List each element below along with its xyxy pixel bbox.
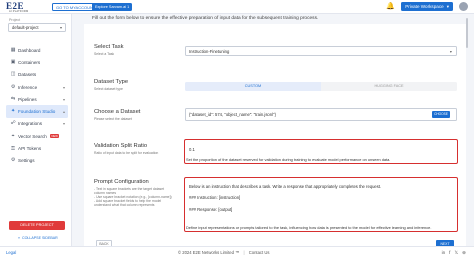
prompt-line[interactable]: ### Response: [output] [189, 207, 232, 212]
sidebar-item-integrations[interactable]: ☍ Integrations ▾ [6, 118, 68, 130]
prompt-sub: - Text in square brackets are the target… [94, 187, 172, 207]
sidebar-item-inference[interactable]: ⚙ Inference ▾ [6, 81, 68, 93]
chevron-up-icon: ▴ [62, 109, 65, 115]
dataset-value: {"dataset_id": 574, "object_name": "trai… [189, 112, 276, 117]
vector-icon: ⌖ [11, 134, 15, 140]
studio-icon: ✦ [10, 109, 16, 115]
split-ratio-label: Validation Split Ratio [94, 143, 148, 149]
sidebar-item-api-tokens[interactable]: ⚿ API Tokens [6, 142, 68, 154]
chevron-down-icon: ▾ [449, 49, 452, 54]
task-value: Instruction-Finetuning [189, 49, 230, 54]
sidebar-item-dashboard[interactable]: ▦ Dashboard [6, 44, 68, 56]
key-icon: ⚿ [11, 146, 15, 152]
facebook-icon[interactable]: f [449, 250, 450, 256]
collapse-sidebar-button[interactable]: « COLLAPSE SIDEBAR [18, 236, 58, 240]
sidebar-item-label: Inference [18, 84, 38, 90]
task-label: Select Task [94, 44, 124, 50]
project-select[interactable]: default-project ▾ [8, 23, 66, 32]
sidebar-item-label: Pipelines [18, 96, 37, 102]
dataset-field: {"dataset_id": 574, "object_name": "trai… [185, 108, 457, 121]
chevron-down-icon: ▾ [62, 121, 65, 127]
top-bar: E2E AI PLATFORM GO TO MYACCOUNT Explore … [0, 0, 474, 14]
task-sub: Select a Task [94, 52, 115, 56]
sidebar-item-label: Dashboard [18, 47, 41, 53]
separator: | [243, 250, 245, 255]
sidebar-item-label: Datasets [18, 72, 37, 78]
database-icon: ◫ [10, 72, 16, 78]
explore-button[interactable]: Explore Sarvam.ai 1 [92, 3, 133, 11]
chevron-down-icon: ▾ [62, 96, 65, 102]
dataset-type-label: Dataset Type [94, 79, 129, 85]
sidebar-item-label: Integrations [18, 121, 43, 127]
prompt-field[interactable]: Below is an instruction that describes a… [184, 177, 458, 232]
split-ratio-value[interactable]: 0.1 [189, 147, 195, 152]
sidebar-item-pipelines[interactable]: ⇆ Pipelines ▾ [6, 93, 68, 105]
chevron-down-icon: ▾ [59, 25, 62, 30]
sidebar-nav: ▦ Dashboard ▣ Containers ◫ Datasets ⚙ In… [6, 44, 68, 167]
sidebar-item-label: Foundation Studio [18, 109, 56, 115]
prompt-help: Define input representations or prompts … [186, 225, 432, 230]
choose-dataset-button[interactable]: CHOOSE [432, 111, 450, 118]
sidebar-item-label: Containers [18, 59, 41, 65]
sidebar-item-foundation-studio[interactable]: ✦ Foundation Studio ▴ [6, 105, 68, 118]
project-label: Project [9, 18, 21, 22]
prompt-line[interactable]: Below is an instruction that describes a… [189, 184, 381, 189]
split-ratio-field[interactable]: 0.1 Set the proportion of the dataset re… [184, 139, 458, 164]
plug-icon: ☍ [10, 121, 16, 127]
workspace-label: Private Workspace [405, 4, 444, 9]
sidebar-item-vector-search[interactable]: ⌖ Vector Search NEW [6, 130, 68, 142]
sidebar-item-label: Settings [18, 158, 35, 164]
sidebar-item-datasets[interactable]: ◫ Datasets [6, 69, 68, 81]
dataset-label: Choose a Dataset [94, 109, 141, 115]
split-ratio-sub: Ratio of input data to be split for eval… [94, 151, 159, 155]
footer: Legal © 2024 E2E Networks Limited ™ | Co… [0, 246, 474, 258]
new-badge: NEW [49, 134, 60, 139]
form-card: Select Task Select a Task Instruction-Fi… [84, 24, 466, 248]
sidebar-item-label: Vector Search [18, 133, 47, 139]
copyright-text: © 2024 E2E Networks Limited ™ [178, 250, 240, 255]
bell-icon[interactable]: 🔔 [386, 2, 395, 11]
gear-icon: ⚙ [10, 158, 16, 164]
grid-icon: ▦ [10, 47, 16, 53]
sidebar-item-label: API Tokens [18, 146, 42, 152]
logo-subtitle: AI PLATFORM [9, 10, 29, 13]
copyright: © 2024 E2E Networks Limited ™ | Contact … [178, 250, 269, 255]
split-ratio-help: Set the proportion of the dataset reserv… [186, 157, 391, 162]
collapse-sidebar-label: COLLAPSE SIDEBAR [22, 236, 58, 240]
twitter-icon[interactable]: 𝕏 [454, 250, 458, 256]
rss-icon[interactable]: ⊛ [462, 250, 466, 256]
prompt-line[interactable]: ### Instruction: [instruction] [189, 195, 240, 200]
chevron-left-icon: « [18, 236, 20, 240]
sidebar-item-containers[interactable]: ▣ Containers [6, 56, 68, 68]
dataset-type-custom[interactable]: CUSTOM [185, 82, 321, 91]
contact-link[interactable]: Contact Us [249, 250, 270, 255]
project-value: default-project [12, 25, 39, 30]
legal-link[interactable]: Legal [6, 250, 16, 255]
main-content: Fill out the form below to ensure the ef… [80, 14, 468, 250]
inference-icon: ⚙ [10, 84, 16, 90]
social-links: in f 𝕏 ⊛ [442, 250, 466, 256]
scrollbar[interactable] [466, 18, 468, 48]
workspace-select[interactable]: Private Workspace ▾ [401, 2, 453, 11]
user-avatar[interactable] [459, 2, 468, 11]
delete-project-button[interactable]: DELETE PROJECT [9, 221, 65, 230]
task-select[interactable]: Instruction-Finetuning ▾ [185, 46, 457, 56]
pipeline-icon: ⇆ [10, 96, 16, 102]
dataset-type-sub: Select dataset type [94, 87, 123, 91]
dataset-sub: Please select the dataset [94, 117, 132, 121]
dataset-type-hugging-face[interactable]: HUGGING FACE [321, 82, 457, 91]
container-icon: ▣ [10, 59, 16, 65]
sidebar: Project default-project ▾ ▦ Dashboard ▣ … [0, 14, 72, 250]
prompt-label: Prompt Configuration [94, 179, 149, 185]
chevron-down-icon: ▾ [62, 84, 65, 90]
chevron-down-icon: ▾ [446, 4, 449, 9]
sidebar-item-settings[interactable]: ⚙ Settings [6, 155, 68, 167]
linkedin-icon[interactable]: in [442, 250, 446, 256]
intro-text: Fill out the form below to ensure the ef… [92, 16, 319, 21]
